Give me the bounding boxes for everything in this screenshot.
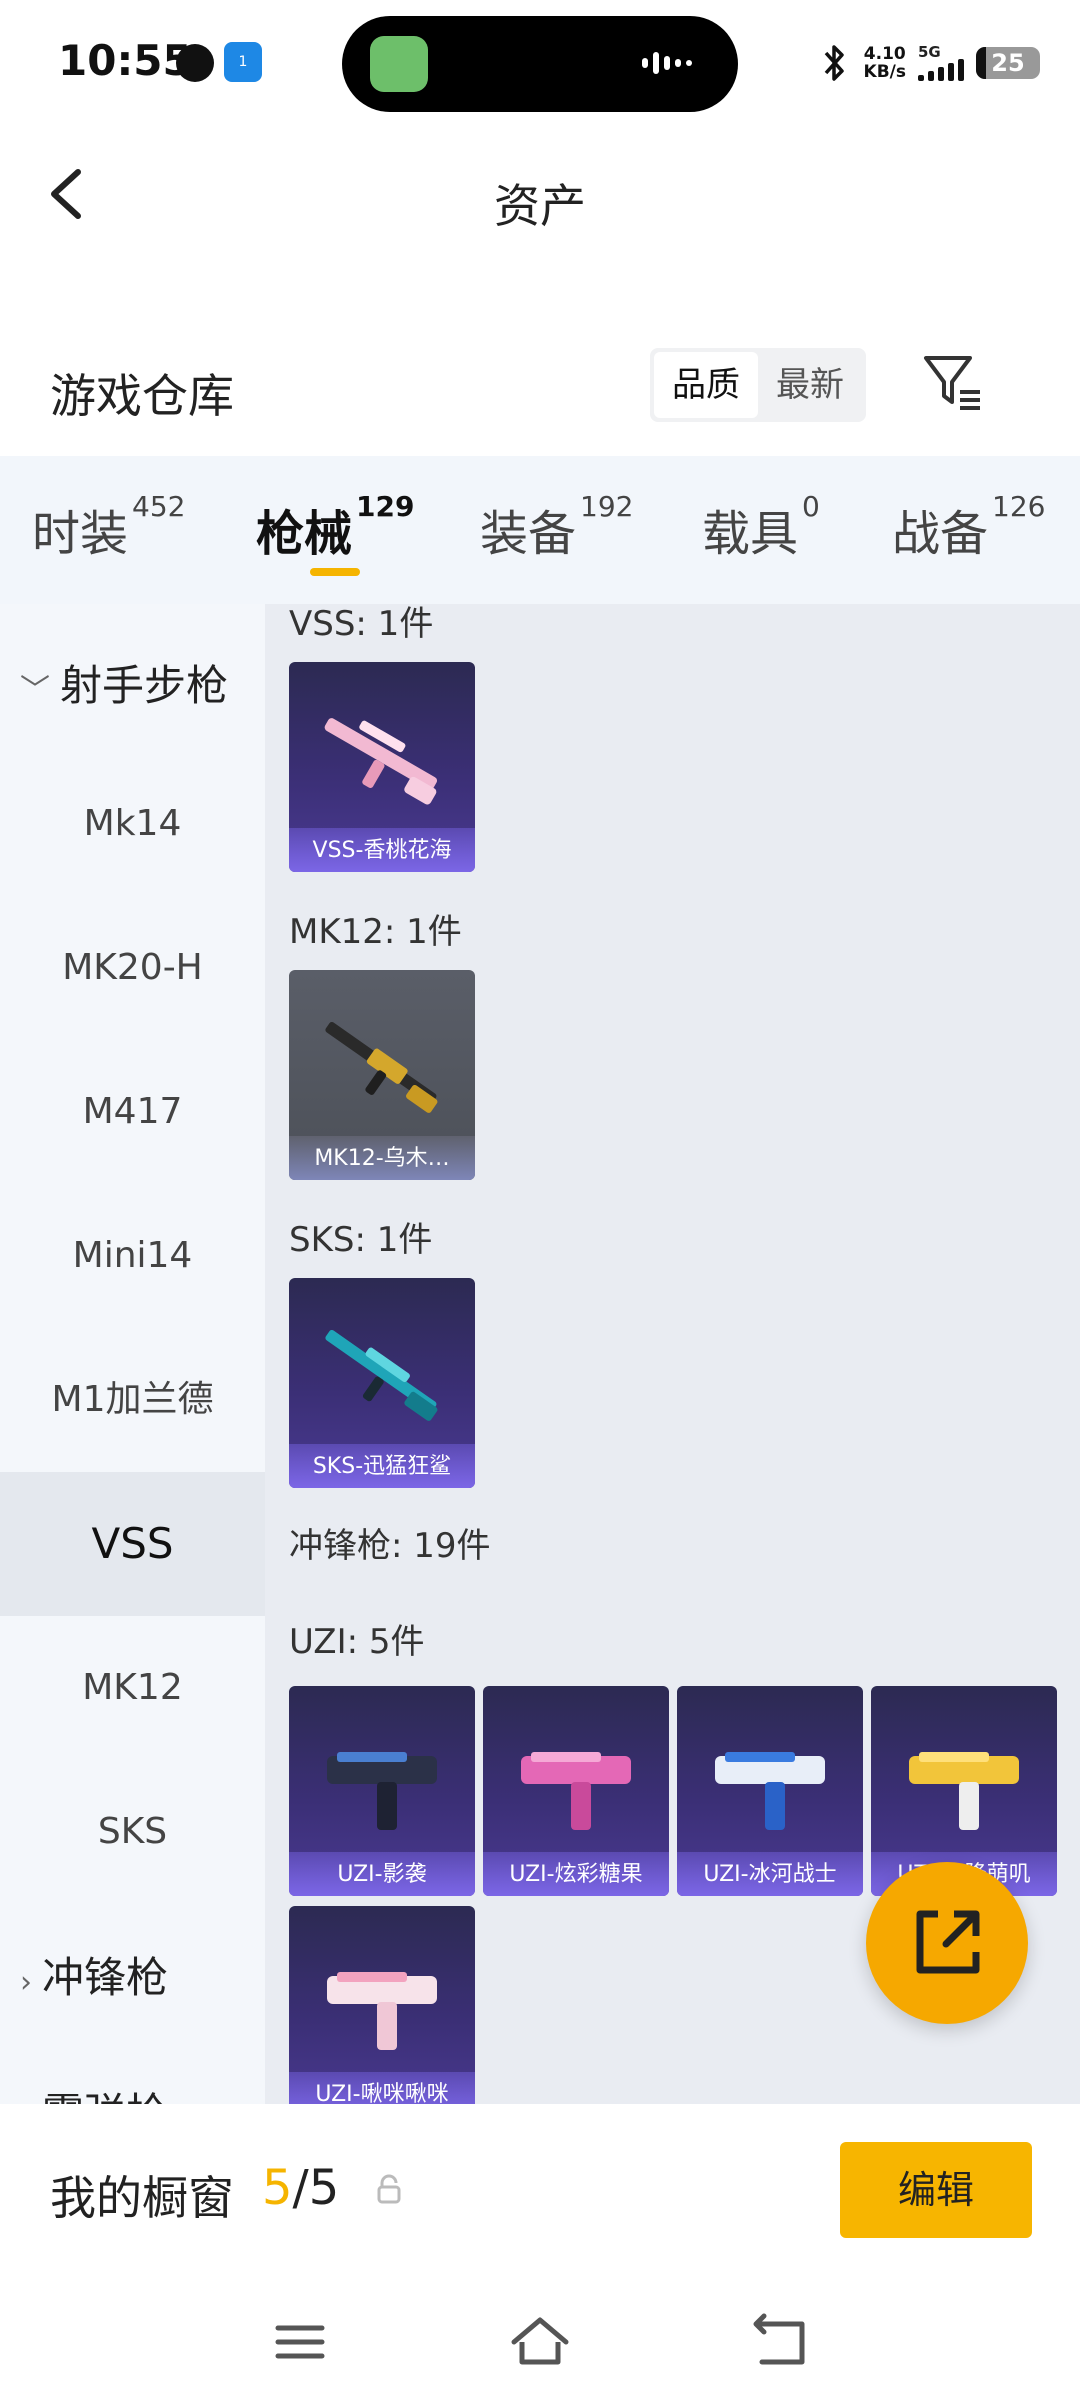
system-nav-bar — [0, 2284, 1080, 2400]
showcase-bar: 我的橱窗 5/5 编辑 — [0, 2104, 1080, 2284]
sidebar-group-marksman[interactable]: ﹀ 射手步枪 — [20, 652, 228, 713]
chevron-right-icon: › — [20, 1965, 32, 2000]
sort-quality-button[interactable]: 品质 — [654, 352, 758, 418]
tab-count: 0 — [802, 490, 820, 523]
rifle-teal-icon — [325, 1330, 438, 1421]
smg-black-icon — [327, 1752, 437, 1830]
edit-button[interactable]: 编辑 — [840, 2142, 1032, 2238]
item-name: UZI-影袭 — [337, 1862, 427, 1887]
network-type: 5G — [918, 43, 941, 61]
sidebar-group-smg[interactable]: › 冲锋枪 — [20, 1944, 168, 2005]
sidebar-item-mk20h[interactable]: MK20-H — [0, 896, 265, 1040]
gun-type-sidebar: ﹀ 射手步枪 Mk14 MK20-H M417 Mini14 M1加兰德 VSS … — [0, 604, 265, 2138]
item-name: SKS-迅猛狂鲨 — [312, 1454, 452, 1479]
tab-label: 战备 — [892, 506, 989, 562]
audio-wave-icon — [642, 52, 704, 76]
sidebar-item-sks[interactable]: SKS — [0, 1760, 265, 1904]
item-name: MK12-乌木… — [314, 1146, 450, 1171]
vpn-globe-icon — [176, 44, 214, 82]
rifle-gold-icon — [325, 1022, 438, 1113]
sort-toggle: 品质 最新 — [650, 348, 866, 422]
item-card[interactable]: UZI-冰河战士 — [677, 1686, 863, 1896]
rifle-pink-icon — [324, 718, 437, 805]
nfc-icon: 1 — [224, 42, 262, 82]
tab-guns[interactable]: 枪械 129 — [256, 490, 414, 564]
home-icon[interactable] — [510, 2312, 570, 2372]
battery-icon: 25 — [976, 47, 1040, 79]
item-card[interactable]: MK12-乌木… — [289, 970, 475, 1180]
island-app-icon — [370, 36, 428, 92]
category-tabs: 时装 452 枪械 129 装备 192 载具 0 战备 126 — [0, 456, 1080, 604]
tab-supplies[interactable]: 战备 126 — [892, 490, 1045, 564]
smg-blue-icon — [715, 1752, 825, 1830]
item-card[interactable]: UZI-炫彩糖果 — [483, 1686, 669, 1896]
signal-icon — [918, 59, 964, 81]
showcase-current: 5 — [262, 2160, 293, 2216]
item-card[interactable]: VSS-香桃花海 — [289, 662, 475, 872]
tab-label: 载具 — [702, 506, 799, 562]
tab-vehicles[interactable]: 载具 0 — [702, 490, 820, 564]
sidebar-item-m417[interactable]: M417 — [0, 1040, 265, 1184]
back-nav-icon[interactable] — [750, 2312, 810, 2372]
sidebar-item-m1garand[interactable]: M1加兰德 — [0, 1328, 265, 1472]
share-fab-button[interactable] — [866, 1862, 1028, 2024]
active-tab-indicator — [310, 568, 360, 576]
item-name: UZI-啾咪啾咪 — [315, 2082, 449, 2104]
menu-icon[interactable] — [270, 2312, 330, 2372]
item-name: UZI-炫彩糖果 — [509, 1862, 643, 1887]
sidebar-item-mini14[interactable]: Mini14 — [0, 1184, 265, 1328]
tab-fashion[interactable]: 时装 452 — [32, 490, 185, 564]
net-speed: 4.10 KB/s — [863, 44, 906, 82]
tab-count: 192 — [580, 490, 634, 523]
tab-label: 枪械 — [256, 506, 353, 562]
app-header: 资产 — [0, 130, 1080, 260]
item-card[interactable]: UZI-啾咪啾咪 — [289, 1906, 475, 2104]
smg-pink-icon — [521, 1752, 631, 1830]
lock-icon — [377, 2174, 401, 2204]
section-label-mk12: MK12: 1件 — [289, 912, 462, 952]
showcase-total: /5 — [292, 2160, 340, 2216]
sidebar-item-mk12[interactable]: MK12 — [0, 1616, 265, 1760]
signal-group: 5G — [918, 45, 964, 81]
sidebar-item-mk14[interactable]: Mk14 — [0, 752, 265, 896]
chevron-down-icon: ﹀ — [20, 673, 50, 708]
sidebar-item-vss[interactable]: VSS — [0, 1472, 265, 1616]
status-bar: 10:55 1 4.10 KB/s 5G 25 — [0, 0, 1080, 130]
smg-white-pink-icon — [327, 1972, 437, 2050]
sort-newest-button[interactable]: 最新 — [758, 352, 862, 418]
showcase-title: 我的橱窗 — [50, 2171, 234, 2225]
item-name: VSS-香桃花海 — [312, 838, 452, 863]
tab-label: 装备 — [480, 506, 577, 562]
page-title: 资产 — [494, 179, 586, 233]
bluetooth-icon — [824, 45, 844, 81]
tab-label: 时装 — [32, 506, 129, 562]
smg-yellow-icon — [909, 1752, 1019, 1830]
section-label-sks: SKS: 1件 — [289, 1220, 433, 1260]
item-card[interactable]: UZI-影袭 — [289, 1686, 475, 1896]
tab-count: 452 — [132, 490, 186, 523]
sidebar-group-label: 冲锋枪 — [42, 1953, 169, 2002]
warehouse-title: 游戏仓库 — [50, 369, 234, 423]
status-time: 10:55 — [58, 36, 192, 85]
showcase-count: 5/5 — [262, 2160, 339, 2216]
warehouse-bar: 游戏仓库 品质 最新 — [0, 320, 1080, 455]
dynamic-island[interactable] — [342, 16, 738, 112]
tab-equipment[interactable]: 装备 192 — [480, 490, 633, 564]
item-card[interactable]: SKS-迅猛狂鲨 — [289, 1278, 475, 1488]
tab-count: 126 — [992, 490, 1046, 523]
item-name: UZI-冰河战士 — [703, 1862, 837, 1887]
sidebar-group-label: 射手步枪 — [60, 661, 229, 710]
tab-count: 129 — [356, 490, 415, 523]
section-label-vss: VSS: 1件 — [289, 604, 434, 644]
filter-icon[interactable] — [920, 350, 984, 414]
section-label-uzi: UZI: 5件 — [289, 1622, 425, 1662]
share-external-icon — [916, 1910, 980, 1974]
section-label-smg: 冲锋枪: 19件 — [289, 1526, 491, 1566]
